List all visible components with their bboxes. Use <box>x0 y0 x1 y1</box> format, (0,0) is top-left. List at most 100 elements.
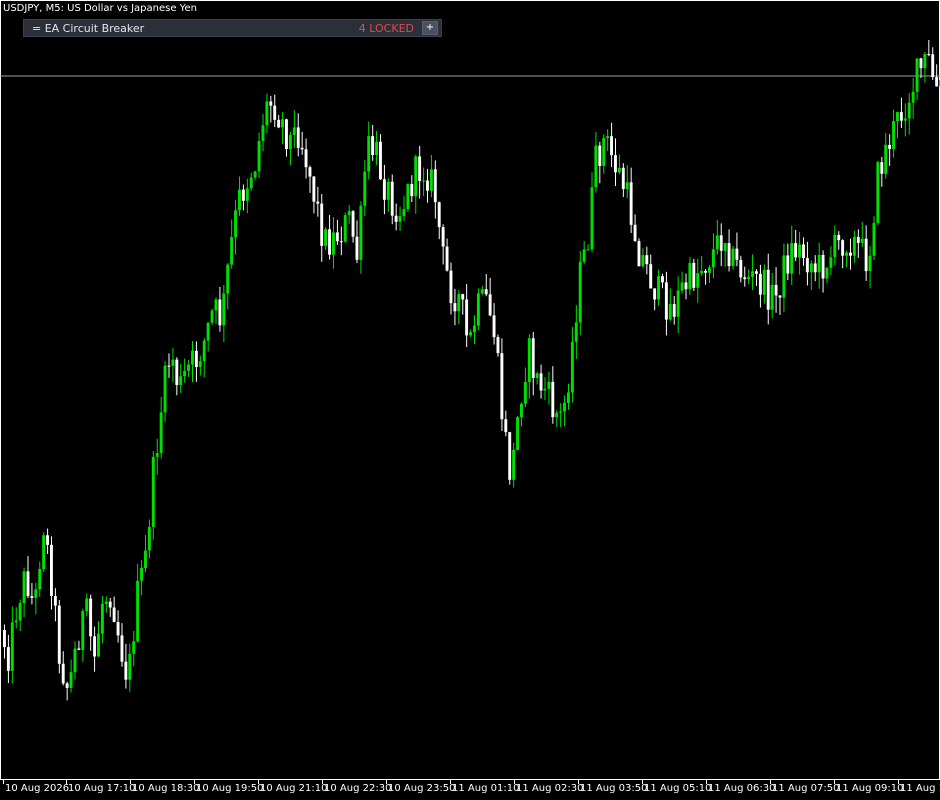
candle-body <box>586 249 590 251</box>
candle-body <box>265 101 269 126</box>
candle-body <box>300 147 304 150</box>
candle-body <box>210 310 214 323</box>
candle-body <box>132 641 136 654</box>
candle-body <box>845 252 848 256</box>
time-tick <box>514 780 515 784</box>
candle-body <box>57 605 61 664</box>
candle-body <box>852 236 856 256</box>
candle-body <box>159 412 163 454</box>
chart-window[interactable]: USDJPY, M5: US Dollar vs Japanese Yen = … <box>0 0 940 800</box>
time-label: 11 Aug 02:30 <box>516 783 584 794</box>
candle-body <box>563 402 566 412</box>
time-tick <box>450 780 451 784</box>
candle-body <box>473 325 476 333</box>
candle-body <box>324 229 328 246</box>
plus-icon[interactable]: + <box>422 21 438 35</box>
candle-body <box>868 255 872 272</box>
candle-body <box>606 136 610 139</box>
candle-body <box>758 273 762 295</box>
candle-body <box>22 571 26 604</box>
candle-body <box>214 299 218 311</box>
time-label: 11 Aug 10 <box>900 783 940 794</box>
candle-body <box>711 249 715 268</box>
candle-body <box>817 254 821 273</box>
candle-body <box>621 167 625 189</box>
candle-body <box>147 526 151 551</box>
candle-body <box>657 276 660 300</box>
candle-body <box>700 270 704 274</box>
candle-body <box>347 211 351 216</box>
candle-body <box>849 252 852 256</box>
candle-body <box>747 276 751 280</box>
ea-circuit-breaker-panel[interactable]: = EA Circuit Breaker 4 LOCKED + <box>23 19 442 37</box>
candle-body <box>813 263 817 273</box>
candle-body <box>872 222 876 256</box>
candle-body <box>144 550 147 568</box>
candle-body <box>245 188 249 201</box>
candle-body <box>108 601 112 608</box>
time-label: 10 Aug 22:30 <box>324 783 392 794</box>
candle-body <box>899 112 903 121</box>
time-tick <box>770 780 771 784</box>
candle-body <box>304 149 308 168</box>
time-tick <box>898 780 899 784</box>
time-label: 10 Aug 19:50 <box>196 783 264 794</box>
candle-body <box>433 169 437 203</box>
candle-body <box>645 255 649 265</box>
time-label: 11 Aug 06:30 <box>708 783 776 794</box>
candle-body <box>782 255 786 298</box>
candle-body <box>884 144 888 174</box>
candle-body <box>574 322 578 342</box>
candle-body <box>469 332 472 336</box>
candle-body <box>226 264 230 294</box>
candle-body <box>320 203 324 246</box>
candle-body <box>661 276 664 283</box>
candle-body <box>543 388 547 391</box>
candle-body <box>10 622 14 671</box>
candle-body <box>6 647 10 671</box>
candle-body <box>719 235 723 251</box>
candle-body <box>402 209 406 217</box>
candle-body <box>316 201 320 204</box>
candle-body <box>527 338 531 383</box>
candle-body <box>202 340 206 362</box>
candle-body <box>582 249 586 262</box>
candle-body <box>343 215 347 242</box>
candle-body <box>833 234 837 258</box>
candle-body <box>375 141 378 156</box>
candle-body <box>625 182 629 189</box>
candle-body <box>923 54 927 69</box>
candle-body <box>649 264 653 289</box>
candle-body <box>128 653 132 680</box>
time-tick <box>642 780 643 784</box>
candle-body <box>892 121 895 149</box>
candle-body <box>896 112 899 122</box>
candle-body <box>406 184 410 210</box>
candle-body <box>155 453 159 457</box>
candle-body <box>539 373 543 391</box>
candle-body <box>218 299 222 326</box>
candle-body <box>89 598 93 637</box>
candle-body <box>285 119 288 150</box>
ea-panel-title: = EA Circuit Breaker <box>32 22 145 35</box>
candle-body <box>151 456 155 527</box>
candle-body <box>570 341 574 393</box>
candle-body <box>935 77 939 87</box>
candle-body <box>386 181 390 200</box>
candle-body <box>516 417 519 450</box>
candle-body <box>809 263 813 273</box>
candle-body <box>371 136 375 156</box>
candle-body <box>116 621 120 636</box>
candle-body <box>825 267 829 279</box>
time-tick <box>194 780 195 784</box>
candle-body <box>496 337 500 354</box>
price-chart[interactable] <box>0 0 940 800</box>
candle-body <box>614 155 617 173</box>
symbol-title: USDJPY, M5: US Dollar vs Japanese Yen <box>3 3 197 14</box>
candle-body <box>34 589 38 598</box>
candle-body <box>684 282 688 290</box>
candle-body <box>230 237 234 265</box>
candle-body <box>206 322 210 341</box>
candle-body <box>38 569 42 590</box>
candle-body <box>633 224 637 242</box>
